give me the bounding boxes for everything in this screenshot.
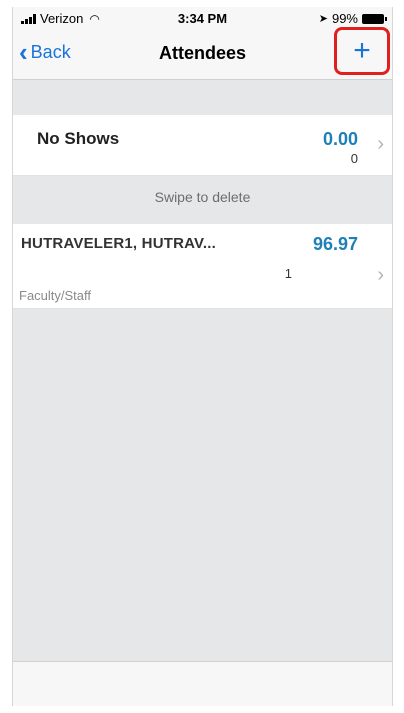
attendee-amount: 96.97 (312, 234, 358, 254)
attendee-row[interactable]: HUTRAVELER1, HUTRAV... 96.97 1 Faculty/S… (13, 224, 392, 309)
attendee-name: HUTRAVELER1, HUTRAV... (21, 235, 216, 252)
no-shows-label: No Shows (37, 129, 120, 148)
no-shows-amount: 0.00 (322, 129, 358, 149)
battery-percent: 99% (331, 11, 358, 26)
plus-icon: + (353, 34, 371, 67)
attendee-count: 1 (284, 266, 292, 281)
no-shows-count: 0 (350, 151, 358, 166)
status-bar: Verizon ◠ 3:34 PM ➤ 99% (13, 7, 392, 29)
location-icon: ➤ (318, 13, 328, 25)
swipe-hint: Swipe to delete (154, 189, 251, 205)
battery-icon (362, 13, 387, 24)
status-right: ➤ 99% (318, 11, 387, 26)
bottom-toolbar (13, 661, 392, 706)
add-attendee-button[interactable]: + (334, 27, 390, 75)
phone-screen: Verizon ◠ 3:34 PM ➤ 99% ‹ Back Attendees… (12, 7, 393, 706)
chevron-right-icon: › (377, 133, 384, 155)
navigation-bar: ‹ Back Attendees + (13, 27, 392, 80)
chevron-right-icon: › (377, 264, 384, 286)
no-shows-row[interactable]: No Shows 0.00 0 › (13, 115, 392, 176)
attendee-type: Faculty/Staff (19, 288, 92, 303)
